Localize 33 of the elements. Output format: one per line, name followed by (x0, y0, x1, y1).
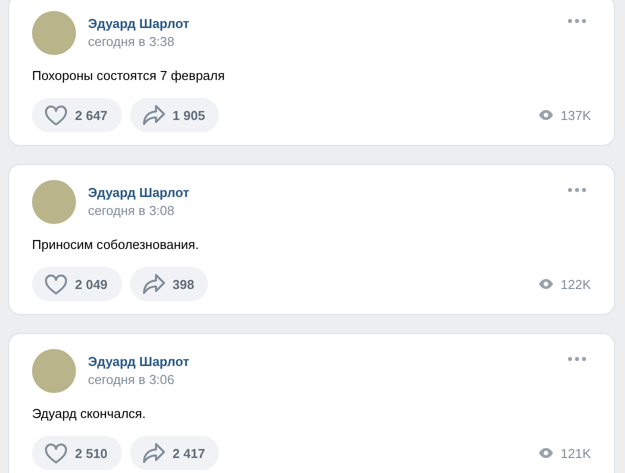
heart-icon (44, 442, 68, 464)
share-button[interactable]: 1 905 (130, 98, 220, 132)
author-link[interactable]: Эдуард Шарлот (88, 15, 190, 33)
eye-icon (538, 109, 554, 121)
like-button[interactable]: 2 647 (32, 98, 122, 132)
avatar-photo[interactable] (32, 11, 76, 55)
avatar-photo[interactable] (32, 180, 76, 224)
eye-icon (538, 447, 554, 459)
heart-icon (44, 104, 68, 126)
view-count: 121K (560, 446, 591, 460)
eye-icon (538, 278, 554, 290)
like-button[interactable]: 2 510 (32, 436, 122, 470)
share-button[interactable]: 398 (130, 267, 208, 301)
arrow-icon (142, 442, 166, 464)
heart-icon (44, 273, 68, 295)
author-link[interactable]: Эдуард Шарлот (88, 184, 190, 202)
post-text: Эдуард скончался. (32, 405, 147, 423)
view-count: 137K (560, 108, 591, 122)
avatar-photo[interactable] (32, 349, 76, 393)
view-count: 122K (560, 276, 591, 292)
post-time[interactable]: сегодня в 3:08 (88, 202, 174, 220)
post-text: Похороны состоятся 7 февраля (32, 67, 226, 85)
share-button[interactable]: 2 417 (130, 436, 220, 470)
post-time[interactable]: сегодня в 3:06 (88, 371, 174, 389)
author-link[interactable]: Эдуард Шарлот (88, 353, 190, 371)
more-icon (568, 188, 586, 192)
like-button[interactable]: 2 049 (32, 267, 122, 301)
more-icon (568, 19, 586, 23)
arrow-icon (142, 104, 166, 126)
post-text: Приносим соболезнования. (32, 236, 200, 254)
more-icon (568, 357, 586, 361)
arrow-icon (142, 273, 166, 295)
post-time[interactable]: сегодня в 3:38 (88, 33, 174, 51)
